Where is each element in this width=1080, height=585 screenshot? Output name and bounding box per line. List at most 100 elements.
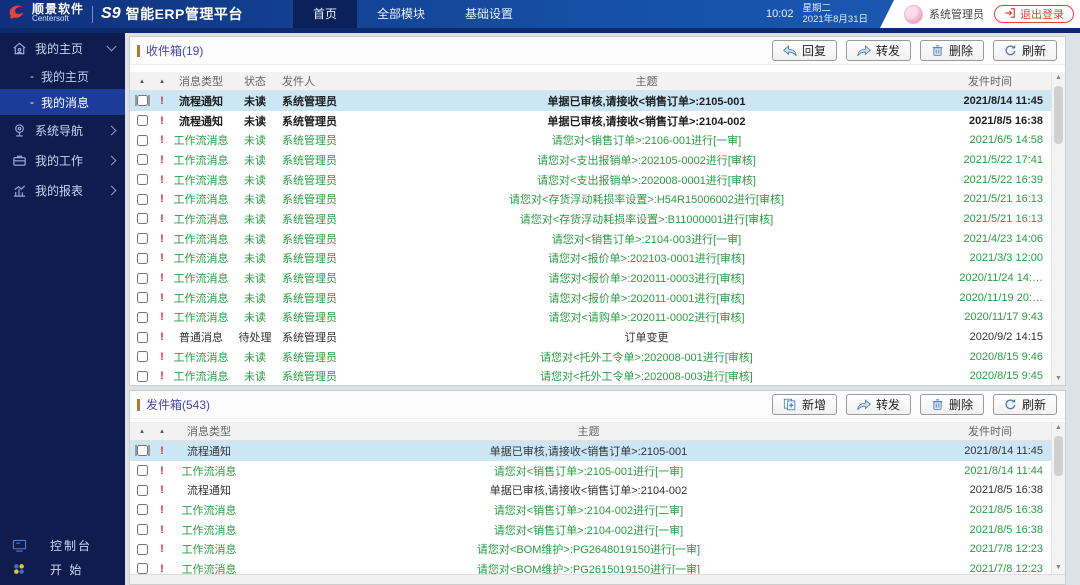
row-checkbox[interactable] xyxy=(137,563,148,574)
cell-type: 工作流消息 xyxy=(170,172,232,188)
table-row[interactable]: !工作流消息未读系统管理员请您对<支出报销单>:202008-0001进行[审核… xyxy=(130,170,1051,190)
table-row[interactable]: !流程通知单据已审核,请接收<销售订单>:2105-0012021/8/14 1… xyxy=(130,441,1051,461)
row-checkbox[interactable] xyxy=(137,465,148,476)
priority-flag-icon: ! xyxy=(154,543,170,555)
column-header-time[interactable]: 发件时间 xyxy=(929,73,1051,89)
row-checkbox[interactable] xyxy=(137,135,148,146)
console-icon xyxy=(10,539,28,552)
table-row[interactable]: !流程通知未读系统管理员单据已审核,请接收<销售订单>:2104-0022021… xyxy=(130,111,1051,131)
column-header-type[interactable]: 消息类型 xyxy=(170,423,248,439)
row-checkbox[interactable] xyxy=(137,524,148,535)
avatar xyxy=(904,5,923,24)
scrollbar-thumb[interactable] xyxy=(1054,86,1063,144)
tab-basic-settings[interactable]: 基础设置 xyxy=(445,0,533,28)
refresh-button[interactable]: 刷新 xyxy=(993,394,1057,415)
table-row[interactable]: !流程通知单据已审核,请接收<销售订单>:2104-0022021/8/5 16… xyxy=(130,480,1051,500)
table-row[interactable]: !工作流消息未读系统管理员请您对<销售订单>:2104-003进行[一审]202… xyxy=(130,229,1051,249)
cell-time: 2020/9/2 14:15 xyxy=(929,331,1051,343)
row-checkbox[interactable] xyxy=(137,332,148,343)
table-row[interactable]: !工作流消息请您对<BOM维护>:PG2615019150进行[一审]2021/… xyxy=(130,559,1051,574)
cell-type: 工作流消息 xyxy=(170,463,248,479)
row-checkbox[interactable] xyxy=(137,194,148,205)
tab-all-modules[interactable]: 全部模块 xyxy=(357,0,445,28)
sidebar-item-system-nav[interactable]: 系统导航 xyxy=(0,115,125,145)
column-header-subject[interactable]: 主题 xyxy=(248,423,929,439)
refresh-button[interactable]: 刷新 xyxy=(993,40,1057,61)
row-checkbox[interactable] xyxy=(137,544,148,555)
sidebar-subitem-my-home[interactable]: - 我的主页 xyxy=(0,63,125,89)
table-row[interactable]: !工作流消息请您对<销售订单>:2105-001进行[一审]2021/8/14 … xyxy=(130,461,1051,481)
cell-status: 未读 xyxy=(232,132,278,148)
table-row[interactable]: !工作流消息请您对<BOM维护>:PG2648019150进行[一审]2021/… xyxy=(130,539,1051,559)
cell-type: 工作流消息 xyxy=(170,250,232,266)
main-nav-tabs: 首页 全部模块 基础设置 xyxy=(293,0,533,28)
column-header-type[interactable]: 消息类型 xyxy=(170,73,232,89)
row-checkbox[interactable] xyxy=(137,351,148,362)
cell-type: 工作流消息 xyxy=(170,290,232,306)
forward-button[interactable]: 转发 xyxy=(846,40,911,61)
row-checkbox[interactable] xyxy=(137,233,148,244)
sidebar-item-my-home[interactable]: 我的主页 xyxy=(0,33,125,63)
tab-home[interactable]: 首页 xyxy=(293,0,357,28)
scroll-down-icon[interactable]: ▼ xyxy=(1052,562,1065,574)
table-row[interactable]: !流程通知未读系统管理员单据已审核,请接收<销售订单>:2105-0012021… xyxy=(130,91,1051,111)
table-row[interactable]: !工作流消息未读系统管理员请您对<托外工令单>:202008-001进行[审核]… xyxy=(130,347,1051,367)
table-row[interactable]: !工作流消息未读系统管理员请您对<报价单>:202011-0001进行[审核]2… xyxy=(130,288,1051,308)
row-checkbox[interactable] xyxy=(137,312,148,323)
scroll-up-icon[interactable]: ▲ xyxy=(1052,72,1065,84)
horizontal-scrollbar[interactable] xyxy=(130,574,1065,584)
button-label: 回复 xyxy=(802,42,826,59)
row-checkbox[interactable] xyxy=(137,95,148,106)
select-column-icon: ▴ xyxy=(130,427,154,435)
start-button[interactable]: 开 始 xyxy=(0,557,125,581)
row-checkbox[interactable] xyxy=(137,504,148,515)
table-row[interactable]: !工作流消息未读系统管理员请您对<报价单>:202103-0001进行[审核]2… xyxy=(130,249,1051,269)
column-header-time[interactable]: 发件时间 xyxy=(929,423,1051,439)
column-header-status[interactable]: 状态 xyxy=(232,73,278,89)
row-checkbox[interactable] xyxy=(137,445,148,456)
priority-flag-icon: ! xyxy=(154,213,170,225)
cell-time: 2021/5/22 16:39 xyxy=(929,174,1051,186)
logout-button[interactable]: 退出登录 xyxy=(994,5,1074,23)
cell-subject: 请您对<销售订单>:2104-002进行[一审] xyxy=(248,522,929,538)
sidebar-item-my-reports[interactable]: 我的报表 xyxy=(0,175,125,205)
row-checkbox[interactable] xyxy=(137,292,148,303)
cell-status: 未读 xyxy=(232,250,278,266)
row-checkbox[interactable] xyxy=(137,485,148,496)
cell-time: 2021/8/5 16:38 xyxy=(929,524,1051,536)
scroll-up-icon[interactable]: ▲ xyxy=(1052,422,1065,434)
table-row[interactable]: !工作流消息未读系统管理员请您对<托外工令单>:202008-003进行[审核]… xyxy=(130,367,1051,385)
table-row[interactable]: !工作流消息未读系统管理员请您对<支出报销单>:202105-0002进行[审核… xyxy=(130,150,1051,170)
console-button[interactable]: 控制台 xyxy=(0,533,125,557)
column-header-sender[interactable]: 发件人 xyxy=(278,73,364,89)
table-row[interactable]: !工作流消息未读系统管理员请您对<请购单>:202011-0002进行[审核]2… xyxy=(130,308,1051,328)
row-checkbox[interactable] xyxy=(137,174,148,185)
reply-button[interactable]: 回复 xyxy=(772,40,837,61)
button-label: 删除 xyxy=(949,42,973,59)
row-checkbox[interactable] xyxy=(137,371,148,382)
table-row[interactable]: !工作流消息请您对<销售订单>:2104-002进行[二审]2021/8/5 1… xyxy=(130,500,1051,520)
cell-status: 未读 xyxy=(232,113,278,129)
inbox-row-list: !流程通知未读系统管理员单据已审核,请接收<销售订单>:2105-0012021… xyxy=(130,91,1051,385)
scroll-down-icon[interactable]: ▼ xyxy=(1052,373,1065,385)
cell-status: 未读 xyxy=(232,290,278,306)
row-checkbox[interactable] xyxy=(137,213,148,224)
column-header-subject[interactable]: 主题 xyxy=(364,73,929,89)
row-checkbox[interactable] xyxy=(137,115,148,126)
row-checkbox[interactable] xyxy=(137,154,148,165)
new-button[interactable]: 新增 xyxy=(772,394,837,415)
table-row[interactable]: !工作流消息请您对<销售订单>:2104-002进行[一审]2021/8/5 1… xyxy=(130,520,1051,540)
sidebar-subitem-my-messages[interactable]: - 我的消息 xyxy=(0,89,125,115)
table-row[interactable]: !工作流消息未读系统管理员请您对<存货浮动耗损率设置>:B11000001进行[… xyxy=(130,209,1051,229)
scrollbar-thumb[interactable] xyxy=(1054,436,1063,476)
delete-button[interactable]: 删除 xyxy=(920,40,984,61)
table-row[interactable]: !工作流消息未读系统管理员请您对<报价单>:202011-0003进行[审核]2… xyxy=(130,268,1051,288)
delete-button[interactable]: 删除 xyxy=(920,394,984,415)
row-checkbox[interactable] xyxy=(137,273,148,284)
table-row[interactable]: !工作流消息未读系统管理员请您对<存货浮动耗损率设置>:H54R15006002… xyxy=(130,189,1051,209)
table-row[interactable]: !工作流消息未读系统管理员请您对<销售订单>:2106-001进行[一审]202… xyxy=(130,130,1051,150)
sidebar-item-my-work[interactable]: 我的工作 xyxy=(0,145,125,175)
row-checkbox[interactable] xyxy=(137,253,148,264)
forward-button[interactable]: 转发 xyxy=(846,394,911,415)
table-row[interactable]: !普通消息待处理系统管理员订单变更2020/9/2 14:15 xyxy=(130,327,1051,347)
